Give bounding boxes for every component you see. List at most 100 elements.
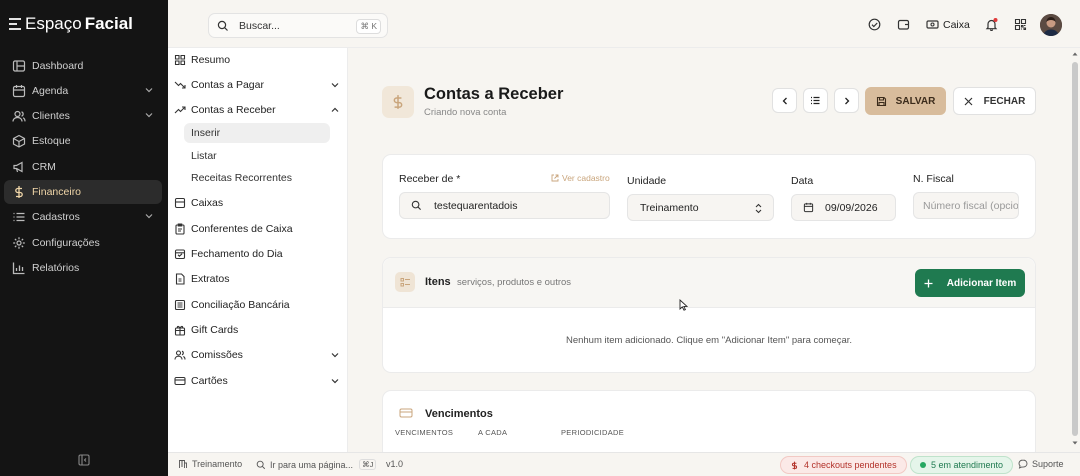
unidade-select[interactable]: Treinamento [627, 194, 774, 221]
megaphone-icon [13, 161, 23, 173]
close-label: FECHAR [983, 95, 1026, 107]
save-button[interactable]: SALVAR [865, 87, 946, 115]
chevron-down-icon[interactable] [144, 110, 154, 120]
submenu-subitem-receitas-recorrentes[interactable]: Receitas Recorrentes [184, 168, 330, 188]
previous-button[interactable] [772, 88, 797, 113]
items-title: Itens [425, 276, 451, 288]
sidebar-item-agenda[interactable]: Agenda [4, 79, 162, 103]
sidebar-item-cadastros[interactable]: Cadastros [4, 205, 162, 229]
submenu-subitem-inserir[interactable]: Inserir [184, 123, 330, 143]
submenu-item-resumo[interactable]: Resumo [174, 49, 346, 71]
sidebar-item-label: Dashboard [32, 60, 84, 72]
sidebar-item-label: Estoque [32, 135, 71, 147]
submenu-item-conferentes-de-caixa[interactable]: Conferentes de Caixa [174, 218, 346, 240]
chevron-down-icon[interactable] [330, 80, 340, 90]
unit-label: Treinamento [192, 459, 243, 469]
chevron-down-icon[interactable] [144, 85, 154, 95]
external-link-icon [551, 174, 559, 182]
chevron-down-icon[interactable] [330, 350, 340, 360]
suporte-link[interactable]: Suporte [1018, 459, 1064, 469]
submenu-item-contas-a-receber[interactable]: Contas a Receber [174, 99, 346, 121]
chevron-updown-icon [755, 203, 762, 214]
chevron-left-icon [782, 97, 787, 104]
main-scrollbar[interactable] [1070, 48, 1080, 452]
sidebar-item-label: CRM [32, 161, 56, 173]
unit-indicator[interactable]: Treinamento [178, 459, 242, 469]
close-button[interactable]: FECHAR [953, 87, 1036, 115]
sidebar-item-dashboard[interactable]: Dashboard [4, 54, 162, 78]
sidebar-item-estoque[interactable]: Estoque [4, 129, 162, 153]
sidebar-item-relatorios[interactable]: Relatórios [4, 256, 162, 280]
scrollbar-thumb[interactable] [1072, 62, 1078, 436]
add-item-button[interactable]: Adicionar Item [915, 269, 1025, 297]
goto-page-search[interactable]: Ir para uma página... ⌘J [256, 459, 377, 470]
data-label: Data [791, 175, 814, 187]
ver-cadastro-link[interactable]: Ver cadastro [551, 173, 610, 183]
sidebar-item-configuracoes[interactable]: Configurações [4, 231, 162, 255]
app-logo[interactable]: Espaço Facial [8, 14, 133, 34]
data-input[interactable]: 09/09/2026 [791, 194, 896, 221]
submenu-item-gift-cards[interactable]: Gift Cards [174, 319, 346, 341]
checkouts-pending-badge[interactable]: 4 checkouts pendentes [780, 456, 907, 474]
bell-icon[interactable] [985, 18, 998, 31]
main-sidebar: Espaço Facial Dashboard Agenda Clientes E… [0, 0, 168, 476]
status-dot [920, 462, 926, 468]
submenu-item-caixas[interactable]: Caixas [174, 192, 346, 214]
avatar-image [1040, 14, 1062, 36]
caixa-button[interactable]: Caixa [926, 18, 970, 31]
sidebar-item-clientes[interactable]: Clientes [4, 104, 162, 128]
submenu-item-label: Comissões [191, 349, 243, 361]
page-icon [382, 86, 414, 118]
vencimentos-title: Vencimentos [425, 408, 493, 420]
submenu-item-label: Cartões [191, 375, 228, 387]
submenu-item-comissoes[interactable]: Comissões [174, 344, 346, 366]
finance-submenu: Resumo Contas a Pagar Contas a Receber I… [168, 48, 348, 452]
submenu-item-label: Resumo [191, 54, 231, 66]
search-icon [411, 200, 422, 211]
card-icon [399, 408, 413, 418]
n-fiscal-placeholder: Número fiscal (opcional) [923, 199, 1019, 212]
dollar-icon [791, 461, 798, 469]
collapse-sidebar-icon[interactable] [77, 453, 91, 467]
submenu-subitem-listar[interactable]: Listar [184, 146, 330, 166]
next-button[interactable] [834, 88, 859, 113]
submenu-item-label: Extratos [191, 273, 230, 285]
submenu-item-extratos[interactable]: Extratos [174, 268, 346, 290]
items-subtitle: serviços, produtos e outros [457, 277, 572, 288]
list-button[interactable] [803, 88, 828, 113]
user-avatar[interactable] [1040, 14, 1062, 36]
grid-icon [174, 54, 186, 66]
receber-de-input[interactable]: testequarentadois [399, 192, 610, 219]
n-fiscal-input[interactable]: Número fiscal (opcional) [913, 192, 1019, 219]
building-icon [179, 460, 187, 468]
trend-up-icon [174, 106, 186, 114]
wallet-icon[interactable] [897, 18, 910, 31]
submenu-item-conciliacao-bancaria[interactable]: Conciliação Bancária [174, 294, 346, 316]
chevron-down-icon[interactable] [330, 376, 340, 386]
qr-code-icon[interactable] [1014, 18, 1027, 31]
items-icon-box [395, 272, 415, 292]
chevron-up-icon[interactable] [330, 105, 340, 115]
gear-icon [13, 237, 25, 249]
submenu-item-cartoes[interactable]: Cartões [174, 370, 346, 392]
em-atendimento-badge[interactable]: 5 em atendimento [910, 456, 1014, 474]
sidebar-item-label: Agenda [32, 85, 69, 97]
submenu-item-contas-a-pagar[interactable]: Contas a Pagar [174, 74, 346, 96]
scroll-up-arrow-icon[interactable] [1072, 51, 1078, 57]
goto-label: Ir para uma página... [270, 459, 354, 470]
sidebar-item-crm[interactable]: CRM [4, 155, 162, 179]
sidebar-item-financeiro[interactable]: Financeiro [4, 180, 162, 204]
checkouts-label: 4 checkouts pendentes [804, 460, 897, 470]
caixa-label: Caixa [943, 18, 970, 31]
check-circle-icon[interactable] [868, 18, 881, 31]
list-icon [400, 277, 410, 286]
search-input[interactable]: Buscar... ⌘ K [208, 13, 388, 38]
scroll-down-arrow-icon[interactable] [1072, 440, 1078, 446]
add-item-label: Adicionar Item [946, 277, 1017, 289]
submenu-subitem-label: Receitas Recorrentes [191, 172, 292, 184]
column-header-vencimentos: VENCIMENTOS [395, 428, 454, 437]
chevron-down-icon[interactable] [144, 211, 154, 221]
logo-icon [9, 18, 21, 30]
submenu-item-fechamento-do-dia[interactable]: Fechamento do Dia [174, 243, 346, 265]
sidebar-item-label: Cadastros [32, 211, 80, 223]
